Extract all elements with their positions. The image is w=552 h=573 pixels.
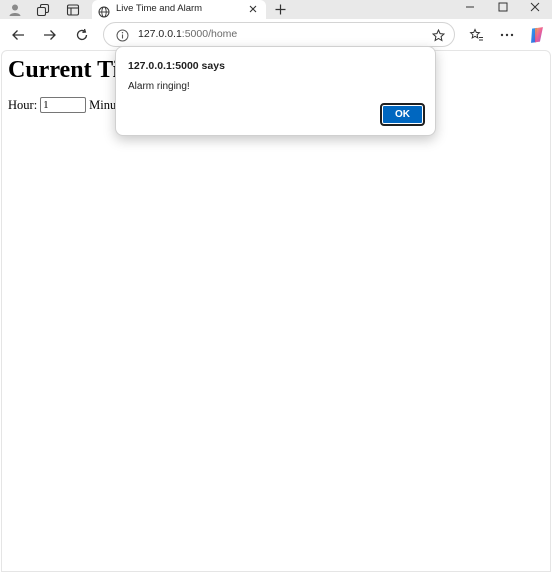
back-icon[interactable] [6, 23, 30, 47]
hour-input[interactable] [40, 97, 87, 113]
refresh-icon[interactable] [70, 23, 94, 47]
profile-icon[interactable] [2, 0, 28, 19]
url-path: :5000/home [181, 28, 238, 40]
alert-dialog: 127.0.0.1:5000 says Alarm ringing! OK [115, 46, 436, 136]
tab-title: Live Time and Alarm [116, 3, 203, 14]
minimize-icon[interactable] [453, 0, 487, 14]
page-title: Current Ti [8, 57, 120, 83]
site-info-icon[interactable] [114, 27, 130, 43]
globe-icon [98, 3, 110, 18]
workspaces-icon[interactable] [30, 0, 56, 19]
favorite-star-icon[interactable] [430, 26, 446, 44]
dialog-title: 127.0.0.1:5000 says [128, 60, 225, 72]
tab-live-time-and-alarm[interactable]: Live Time and Alarm [92, 0, 266, 19]
forward-icon[interactable] [38, 23, 62, 47]
ok-button[interactable]: OK [380, 103, 425, 126]
vertical-tabs-icon[interactable] [60, 0, 86, 19]
hour-label: Hour: [8, 97, 38, 112]
alarm-form: Hour: Minut [8, 97, 120, 113]
tab-strip: Live Time and Alarm [0, 0, 552, 19]
close-window-icon[interactable] [518, 0, 552, 14]
address-bar[interactable]: 127.0.0.1:5000/home [103, 22, 455, 47]
dialog-message: Alarm ringing! [128, 81, 190, 92]
more-options-icon[interactable] [495, 23, 519, 47]
url-text[interactable]: 127.0.0.1:5000/home [138, 28, 237, 40]
maximize-icon[interactable] [486, 0, 520, 14]
copilot-icon[interactable] [525, 23, 549, 47]
close-tab-icon[interactable] [246, 2, 260, 16]
url-host: 127.0.0.1 [138, 28, 182, 40]
new-tab-icon[interactable] [270, 0, 290, 19]
favorites-icon[interactable] [464, 23, 488, 47]
